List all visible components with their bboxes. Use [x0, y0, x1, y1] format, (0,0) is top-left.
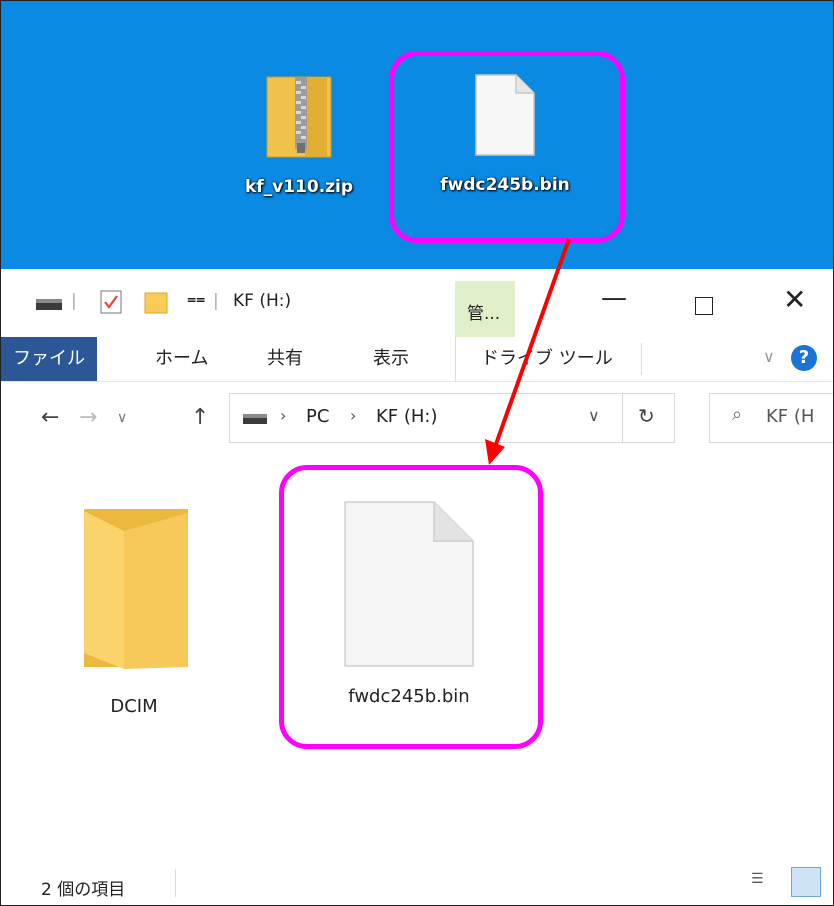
screenshot-frame: kf_v110.zip fwdc245b.bin | ⩵ | KF (H:) 管… [0, 0, 834, 906]
copy-arrow-icon [485, 238, 571, 465]
